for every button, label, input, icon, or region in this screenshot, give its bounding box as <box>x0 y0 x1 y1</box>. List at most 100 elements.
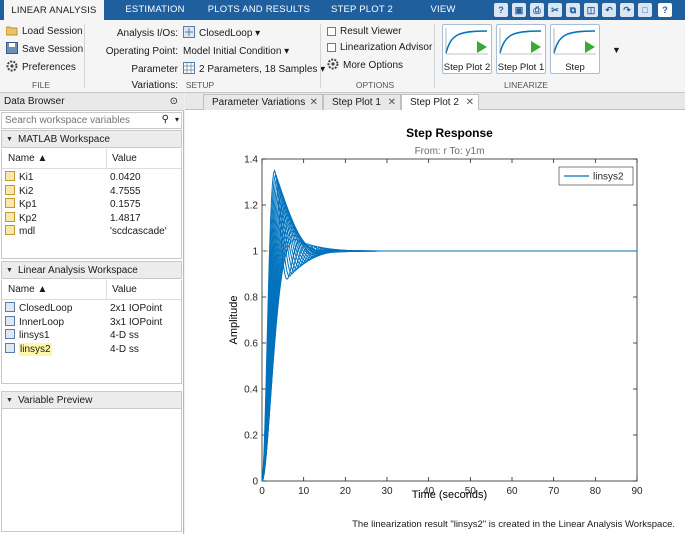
table-row[interactable]: ClosedLoop 2x1 IOPoint <box>2 302 181 316</box>
variable-name: Ki2 <box>19 185 34 197</box>
parameter-variations-dropdown[interactable]: 2 Parameters, 18 Samples ▾ <box>183 62 325 78</box>
doc-tab-step-plot-1[interactable]: Step Plot 1 ✕ <box>323 94 401 110</box>
table-row[interactable]: Ki2 4.7555 <box>2 184 181 199</box>
result-viewer-checkbox[interactable]: Result Viewer <box>327 24 402 40</box>
table-row[interactable]: InnerLoop 3x1 IOPoint <box>2 315 181 330</box>
tab-step-plot-2[interactable]: STEP PLOT 2 <box>326 0 398 20</box>
save-quick-icon[interactable]: ▣ <box>512 3 526 17</box>
table-row[interactable]: Kp1 0.1575 <box>2 198 181 212</box>
redo-icon[interactable]: ↷ <box>620 3 634 17</box>
matlab-workspace-header[interactable]: MATLAB Workspace <box>1 130 182 149</box>
copy-icon[interactable]: ⧉ <box>566 3 580 17</box>
undo-icon[interactable]: ↶ <box>602 3 616 17</box>
io-points-icon <box>183 26 195 38</box>
variable-name: Kp1 <box>19 199 37 210</box>
y-tick-label: 0.2 <box>244 431 258 442</box>
print-icon[interactable]: ⎙ <box>530 3 544 17</box>
linearize-gallery-item[interactable]: Step Plot 2 <box>442 24 492 74</box>
matrix-variable-icon <box>5 184 15 195</box>
gallery-item-label: Step Plot 1 <box>497 62 545 73</box>
column-header-value[interactable]: Value <box>112 284 137 295</box>
doc-tab-step-plot-2[interactable]: Step Plot 2 ✕ <box>401 94 479 111</box>
linearize-gallery-item[interactable]: Step Plot 1 <box>496 24 546 74</box>
x-tick-label: 10 <box>298 486 310 497</box>
search-icon[interactable]: ⚲ <box>162 114 169 125</box>
table-header: Name ▲ Value <box>2 280 181 300</box>
chart-subtitle: From: r To: y1m <box>415 146 485 157</box>
x-tick-label: 90 <box>631 486 643 497</box>
column-divider[interactable] <box>106 149 107 169</box>
cut-icon[interactable]: ✂ <box>548 3 562 17</box>
step-plot-thumbnail-icon <box>445 28 488 55</box>
tab-estimation[interactable]: ESTIMATION <box>114 0 196 20</box>
linearization-advisor-checkbox[interactable]: Linearization Advisor <box>327 40 432 56</box>
variable-preview-header[interactable]: Variable Preview <box>1 391 182 410</box>
linear-object-icon <box>5 302 15 312</box>
linear-object-icon <box>5 329 15 339</box>
variable-value: 'scdcascade' <box>110 226 167 237</box>
matlab-workspace-table: Name ▲ Value Ki1 0.0420 Ki2 4.7555 Kp1 0.1575… <box>1 149 182 259</box>
linearize-gallery-item[interactable]: Step <box>550 24 600 74</box>
close-icon[interactable]: ✕ <box>466 95 474 110</box>
variable-name: mdl <box>19 226 36 237</box>
column-header-value[interactable]: Value <box>112 153 137 164</box>
matrix-variable-icon <box>5 198 15 208</box>
preferences-button[interactable]: Preferences <box>6 60 76 76</box>
chart-title: Step Response <box>406 126 493 140</box>
variable-name: ClosedLoop <box>19 303 73 314</box>
document-tab-bar: Parameter Variations ✕ Step Plot 1 ✕ Step … <box>185 93 685 111</box>
data-browser-title: Data Browser ⊙ <box>0 93 184 111</box>
column-header-name[interactable]: Name ▲ <box>8 284 47 295</box>
operating-point-dropdown[interactable]: Model Initial Condition ▾ <box>183 44 289 60</box>
expand-icon[interactable]: □ <box>638 3 652 17</box>
close-icon[interactable]: ✕ <box>388 95 396 110</box>
variable-name: Ki1 <box>19 172 34 183</box>
tab-linear-analysis[interactable]: LINEAR ANALYSIS <box>4 0 104 20</box>
help-icon[interactable]: ? <box>494 3 508 17</box>
tab-view[interactable]: VIEW <box>418 0 468 20</box>
help-search-icon[interactable]: ? <box>658 3 672 17</box>
paste-icon[interactable]: ◫ <box>584 3 598 17</box>
step-response-chart[interactable]: Step ResponseFrom: r To: y1mTime (second… <box>185 110 685 515</box>
table-row[interactable]: Ki1 0.0420 <box>2 171 181 185</box>
search-input[interactable] <box>2 113 152 128</box>
table-row[interactable]: linsys2 4-D ss <box>2 342 181 356</box>
load-session-button[interactable]: Load Session <box>6 24 83 40</box>
tab-plots-and-results[interactable]: PLOTS AND RESULTS <box>206 0 312 20</box>
status-bar: The linearization result "linsys2" is cr… <box>185 515 685 534</box>
y-tick-label: 0 <box>252 477 258 488</box>
y-tick-label: 1.4 <box>244 155 258 166</box>
step-plot-thumbnail-icon <box>499 28 542 55</box>
y-tick-label: 0.6 <box>244 339 258 350</box>
checkbox-icon <box>327 27 336 36</box>
analysis-ios-dropdown[interactable]: ClosedLoop ▾ <box>183 26 260 42</box>
grid-table-icon <box>183 62 195 74</box>
save-session-button[interactable]: Save Session <box>6 42 83 58</box>
variable-name: linsys1 <box>19 330 50 341</box>
y-tick-label: 1 <box>252 247 258 258</box>
close-icon[interactable]: ✕ <box>310 95 318 110</box>
y-axis-label: Amplitude <box>228 296 240 345</box>
more-options-button[interactable]: More Options <box>327 58 403 74</box>
table-row[interactable]: linsys1 4-D ss <box>2 329 181 343</box>
doc-tab-parameter-variations[interactable]: Parameter Variations ✕ <box>203 94 323 110</box>
matrix-variable-icon <box>5 211 15 222</box>
table-row[interactable]: Kp2 1.4817 <box>2 211 181 226</box>
panel-menu-icon[interactable]: ⊙ <box>170 93 178 111</box>
column-divider[interactable] <box>106 280 107 300</box>
gallery-more-dropdown[interactable]: ▼ <box>612 42 621 58</box>
x-tick-label: 40 <box>423 486 435 497</box>
step-plot-figure: Step Response From: r To: y1m Time (second… <box>185 110 685 534</box>
column-header-name[interactable]: Name ▲ <box>8 153 47 164</box>
plot-axes-box <box>261 158 638 482</box>
x-tick-label: 30 <box>381 486 393 497</box>
chevron-down-icon[interactable]: ▾ <box>175 115 179 124</box>
search-field[interactable]: ⚲ ▾ <box>1 112 182 129</box>
variable-value: 4-D ss <box>110 330 139 341</box>
variable-value: 2x1 IOPoint <box>110 303 163 314</box>
linear-analysis-workspace-header[interactable]: Linear Analysis Workspace <box>1 261 182 280</box>
group-label-file: FILE <box>32 80 50 90</box>
linear-object-icon <box>5 342 15 353</box>
table-row[interactable]: mdl 'scdcascade' <box>2 225 181 239</box>
variable-value: 0.1575 <box>110 199 141 210</box>
